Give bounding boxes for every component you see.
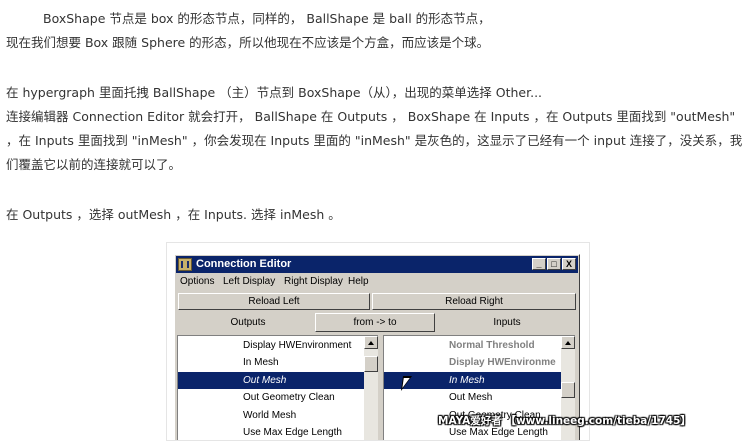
list-item[interactable]: Display HWEnvironment [178,337,364,354]
from-to-button[interactable]: from -> to [315,313,435,332]
paragraph-2-line-4: 们覆盖它以前的连接就可以了。 [6,157,182,172]
scroll-thumb[interactable] [561,382,575,398]
reload-left-button[interactable]: Reload Left [178,293,370,310]
menu-right-display[interactable]: Right Display [284,276,343,287]
list-item[interactable]: Out Mesh [384,389,562,406]
paragraph-1-line-1: BoxShape 节点是 box 的形态节点，同样的， BallShape 是 … [43,11,491,26]
paragraph-2-line-1: 在 hypergraph 里面托拽 BallShape （主）节点到 BoxSh… [6,85,543,100]
inputs-label: Inputs [493,317,521,328]
menu-bar: Options Left Display Right Display Help [176,274,578,291]
title-bar: Connection Editor _ □ X [176,256,578,273]
scroll-up-arrow-icon[interactable] [364,336,378,349]
list-item-selected[interactable]: Out Mesh [178,372,364,389]
list-item[interactable]: World Mesh [178,407,364,424]
watermark: MAYA爱好者 【www.lineeg.com/tieba/1745】 [438,415,691,427]
menu-options[interactable]: Options [180,276,214,287]
outputs-list: Display HWEnvironment In Mesh Out Mesh O… [177,335,364,440]
outputs-scrollbar[interactable] [364,335,378,440]
maya-app-icon [178,258,192,271]
paragraph-2-line-3: ，在 Inputs 里面找到 "inMesh" ，你会发现在 Inputs 里面… [6,133,743,148]
close-button[interactable]: X [562,258,576,270]
scroll-thumb[interactable] [364,356,378,372]
paragraph-1-line-2: 现在我们想要 Box 跟随 Sphere 的形态，所以他现在不应该是个方盒，而应… [6,35,490,50]
list-item[interactable]: Out Geometry Clean [178,389,364,406]
paragraph-2-line-2: 连接编辑器 Connection Editor 就会打开， BallShape … [6,109,736,124]
outputs-label: Outputs [230,317,266,328]
list-item[interactable]: In Mesh [178,354,364,371]
list-item-disabled: Display HWEnvironme [449,357,556,368]
list-item-disabled: Normal Threshold [449,340,535,351]
list-item[interactable]: Use Max Edge Length [178,424,364,440]
menu-help[interactable]: Help [348,276,369,287]
minimize-button[interactable]: _ [532,258,546,270]
maximize-button[interactable]: □ [547,258,561,270]
window-title: Connection Editor [196,258,292,270]
paragraph-3-line-1: 在 Outputs ，选择 outMesh ，在 Inputs. 选择 inMe… [6,207,341,222]
menu-left-display[interactable]: Left Display [223,276,275,287]
reload-right-button[interactable]: Reload Right [372,293,576,310]
scroll-up-arrow-icon[interactable] [561,336,575,349]
